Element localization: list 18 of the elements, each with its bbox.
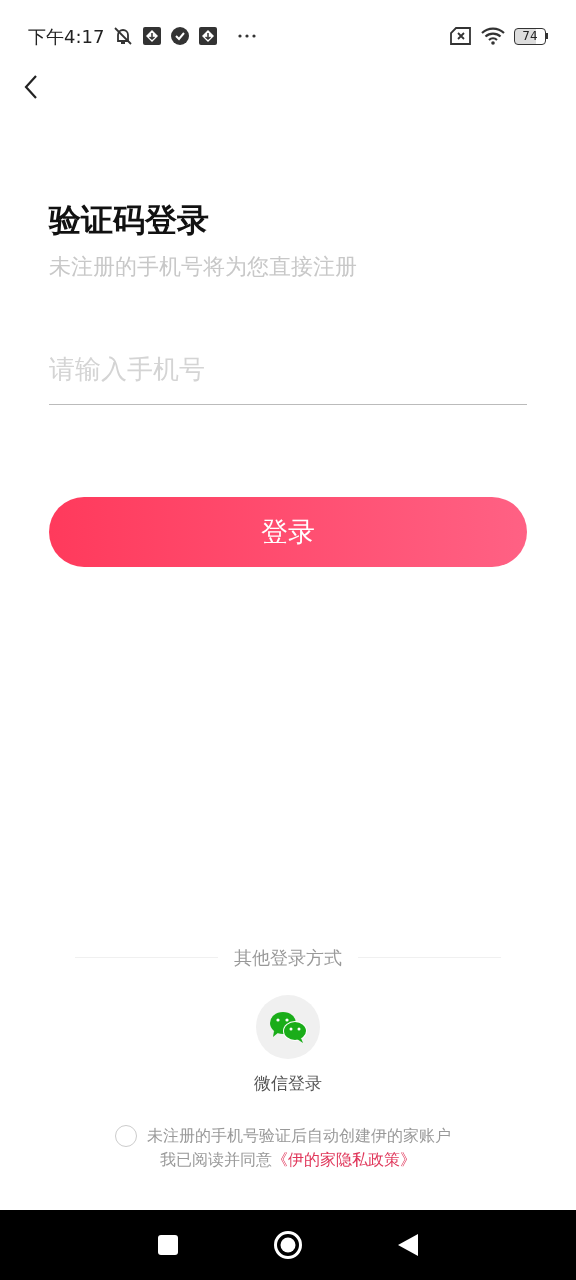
download-icon <box>142 26 163 46</box>
page-title: 验证码登录 <box>49 200 210 240</box>
agreement-text: 未注册的手机号验证后自动创建伊的家账户 <box>147 1125 451 1147</box>
download-icon <box>198 26 219 46</box>
agreement-text: 我已阅读并同意 <box>160 1149 272 1171</box>
other-login-label: 其他登录方式 <box>234 945 342 970</box>
no-sim-icon <box>450 27 472 45</box>
check-circle-icon <box>170 26 191 46</box>
more-icon <box>238 34 257 38</box>
battery-icon: 74 <box>514 27 548 45</box>
privacy-policy-link[interactable]: 《伊的家隐私政策》 <box>272 1148 416 1172</box>
login-button[interactable]: 登录 <box>49 497 527 567</box>
status-time: 下午4:17 <box>28 24 105 49</box>
home-icon[interactable] <box>273 1230 303 1260</box>
wifi-icon <box>480 26 506 46</box>
chat-bubbles-icon <box>268 1009 308 1044</box>
recents-icon[interactable] <box>157 1234 179 1256</box>
back-icon[interactable] <box>397 1233 419 1257</box>
